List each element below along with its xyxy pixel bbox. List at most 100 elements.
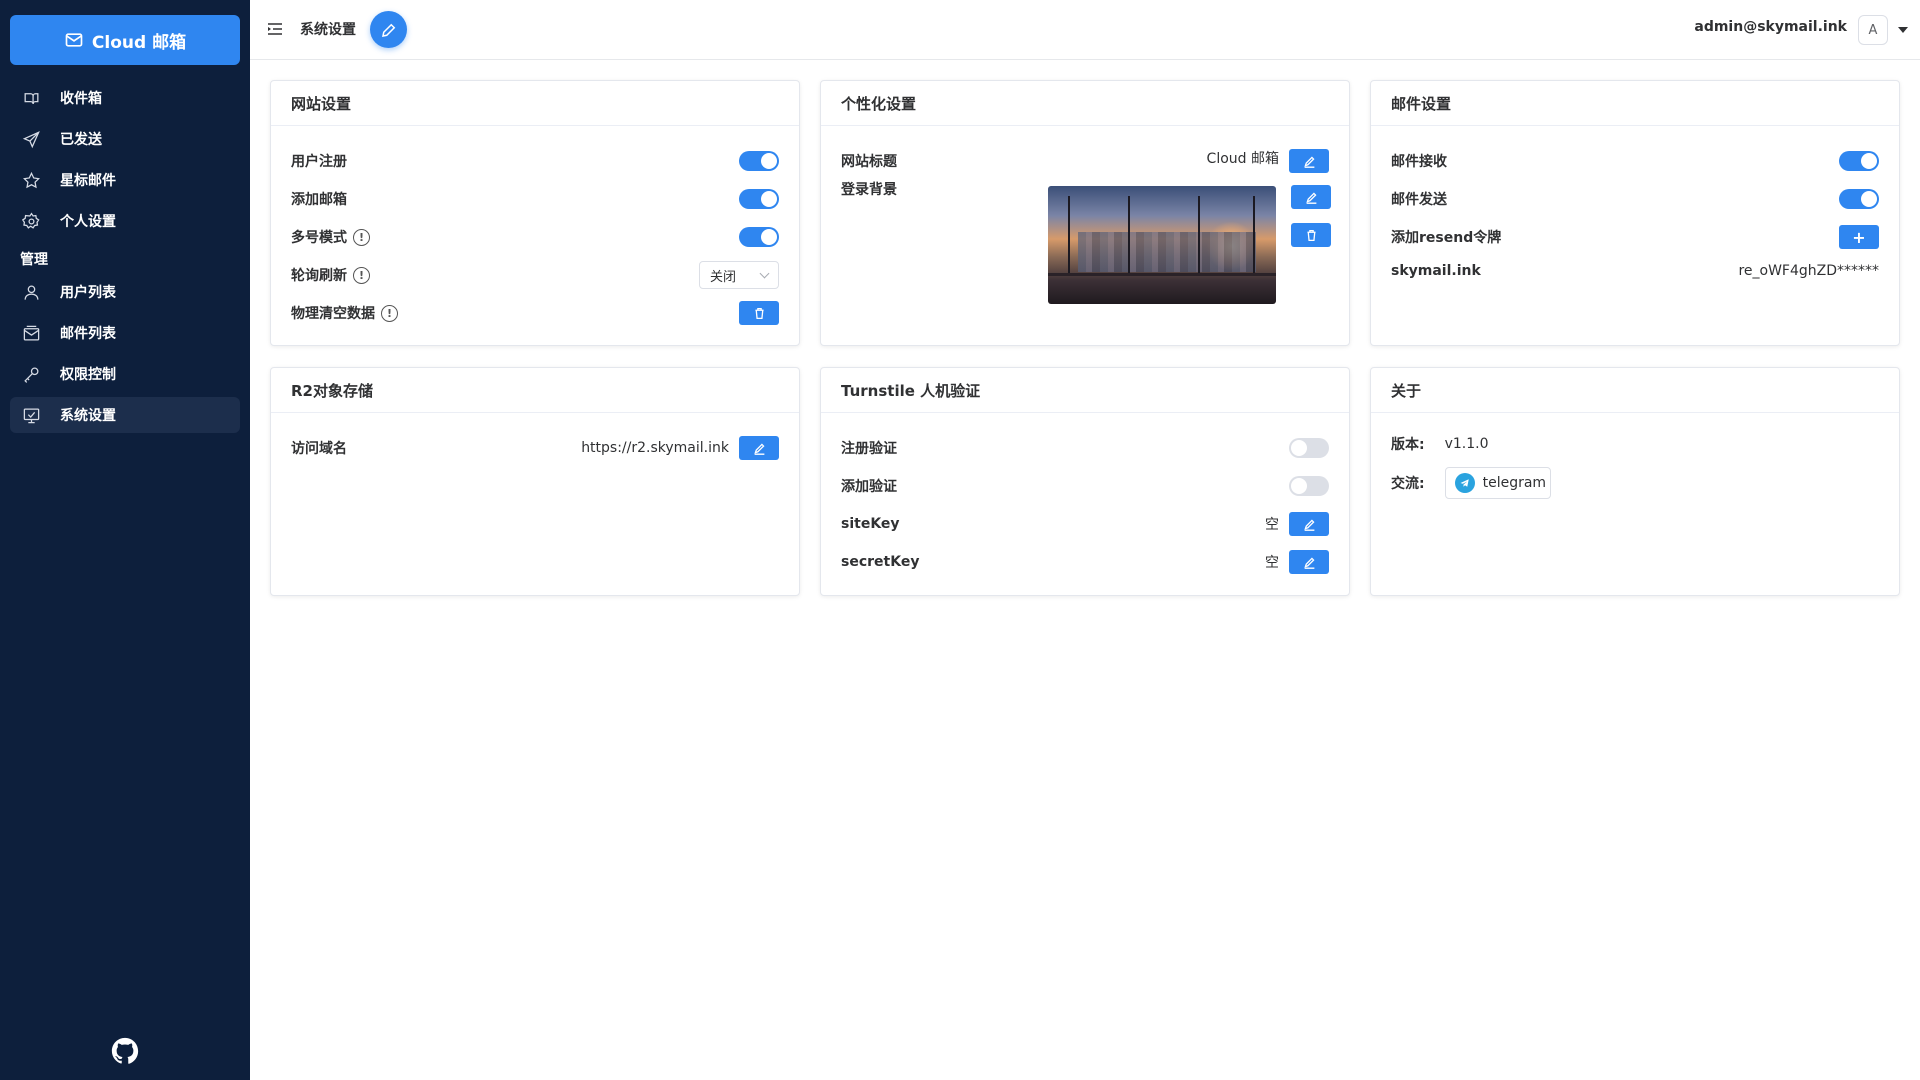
key-icon [20,363,42,385]
setting-label: 多号模式 [291,230,347,246]
sidebar-item-system-settings[interactable]: 系统设置 [10,397,240,433]
community-label: 交流: [1391,476,1425,492]
multi-account-switch[interactable] [739,227,779,247]
sidebar-item-user-list[interactable]: 用户列表 [10,274,240,310]
sidebar-item-label: 星标邮件 [60,173,116,189]
setting-label: 物理清空数据 [291,306,375,322]
sidebar-group-label: 管理 [20,252,48,268]
login-background-image [1048,186,1276,304]
mail-send-switch[interactable] [1839,189,1879,209]
personalize-card: 个性化设置 网站标题 Cloud 邮箱 登录背景 [820,80,1350,346]
setting-label: 访问域名 [291,441,347,457]
r2-domain-value: https://r2.skymail.ink [581,440,729,456]
card-title: R2对象存储 [271,368,799,413]
add-resend-token-button[interactable]: + [1839,225,1879,249]
info-icon[interactable]: ! [353,266,370,284]
sitekey-value: 空 [1265,517,1279,533]
card-title: 个性化设置 [821,81,1349,126]
card-title: 网站设置 [271,81,799,126]
sidebar: Cloud 邮箱 收件箱 已发送 星标邮件 个人设置 管理 用户列表 邮件列表 … [0,0,250,1080]
setting-row-mail-receive: 邮件接收 [1391,147,1879,175]
user-register-switch[interactable] [739,151,779,171]
setting-row-secretkey: secretKey 空 [841,548,1329,576]
setting-label: 添加验证 [841,479,897,495]
auto-refresh-select[interactable]: 关闭 [699,261,779,289]
edit-icon [1303,519,1314,531]
sidebar-item-label: 用户列表 [60,285,116,301]
sidebar-item-mail-list[interactable]: 邮件列表 [10,315,240,351]
avatar[interactable]: A [1858,15,1888,45]
setting-label: 注册验证 [841,441,897,457]
sidebar-item-inbox[interactable]: 收件箱 [10,80,240,116]
delete-login-bg-button[interactable] [1291,223,1331,247]
mail-receive-switch[interactable] [1839,151,1879,171]
page-title: 系统设置 [300,22,356,38]
edit-icon [1305,192,1316,204]
info-icon[interactable]: ! [381,304,398,322]
sidebar-item-permissions[interactable]: 权限控制 [10,356,240,392]
send-icon [20,128,42,150]
edit-sitekey-button[interactable] [1289,512,1329,536]
telegram-button[interactable]: telegram [1444,467,1551,499]
trash-icon [1306,229,1316,241]
about-card: 关于 版本: v1.1.0 交流: telegram [1370,367,1900,596]
edit-icon [1303,156,1314,168]
register-verify-switch[interactable] [1289,438,1329,458]
resend-domain-label: skymail.ink [1391,263,1481,279]
sidebar-item-label: 邮件列表 [60,326,116,342]
sidebar-item-personal-settings[interactable]: 个人设置 [10,203,240,239]
star-icon [20,169,42,191]
add-verify-switch[interactable] [1289,476,1329,496]
mail-settings-card: 邮件设置 邮件接收 邮件发送 添加resend令牌 + skymail.ink … [1370,80,1900,346]
sidebar-item-sent[interactable]: 已发送 [10,121,240,157]
edit-login-bg-button[interactable] [1291,185,1331,209]
inbox-icon [20,87,42,109]
sidebar-item-label: 收件箱 [60,91,102,107]
setting-label: 网站标题 [841,154,897,170]
purge-data-button[interactable] [739,301,779,325]
edit-site-title-button[interactable] [1289,149,1329,173]
setting-label: 添加邮箱 [291,192,347,208]
compose-button[interactable] [370,11,407,48]
github-icon[interactable] [110,1036,140,1066]
about-community-row: 交流: telegram [1391,466,1879,500]
version-value: v1.1.0 [1444,436,1489,452]
setting-row-multi-account: 多号模式! [291,223,779,251]
setting-row-site-title: 网站标题 Cloud 邮箱 [841,147,1329,175]
resend-token-value: re_oWF4ghZD****** [1738,263,1879,279]
telegram-label: telegram [1482,475,1547,491]
setting-label: 邮件接收 [1391,154,1447,170]
setting-row-add-verify: 添加验证 [841,472,1329,500]
plus-icon: + [1852,227,1866,247]
sidebar-item-starred[interactable]: 星标邮件 [10,162,240,198]
setting-label: 添加resend令牌 [1391,230,1502,246]
setting-row-mail-send: 邮件发送 [1391,185,1879,213]
mail-list-icon [20,322,42,344]
sidebar-item-label: 系统设置 [60,408,116,424]
turnstile-card: Turnstile 人机验证 注册验证 添加验证 siteKey 空 secre… [820,367,1350,596]
info-icon[interactable]: ! [353,228,370,246]
sidebar-item-label: 个人设置 [60,214,116,230]
edit-r2-domain-button[interactable] [739,436,779,460]
version-label: 版本: [1391,437,1425,453]
setting-row-resend-domain: skymail.ink re_oWF4ghZD****** [1391,257,1879,285]
card-title: Turnstile 人机验证 [821,368,1349,413]
mail-icon [65,33,83,47]
menu-toggle-icon[interactable] [266,20,284,38]
site-title-value: Cloud 邮箱 [1206,151,1279,167]
setting-row-user-register: 用户注册 [291,147,779,175]
trash-icon [754,307,764,319]
add-mailbox-switch[interactable] [739,189,779,209]
setting-label: 用户注册 [291,154,347,170]
user-menu-caret-icon[interactable] [1898,27,1908,33]
monitor-settings-icon [20,404,42,426]
card-title: 邮件设置 [1371,81,1899,126]
card-title: 关于 [1371,368,1899,413]
setting-row-sitekey: siteKey 空 [841,510,1329,538]
brand-button[interactable]: Cloud 邮箱 [10,15,240,65]
setting-row-add-mailbox: 添加邮箱 [291,185,779,213]
setting-label: siteKey [841,516,900,532]
edit-secretkey-button[interactable] [1289,550,1329,574]
header: 系统设置 admin@skymail.ink A [250,0,1920,60]
setting-label: 登录背景 [841,182,897,198]
